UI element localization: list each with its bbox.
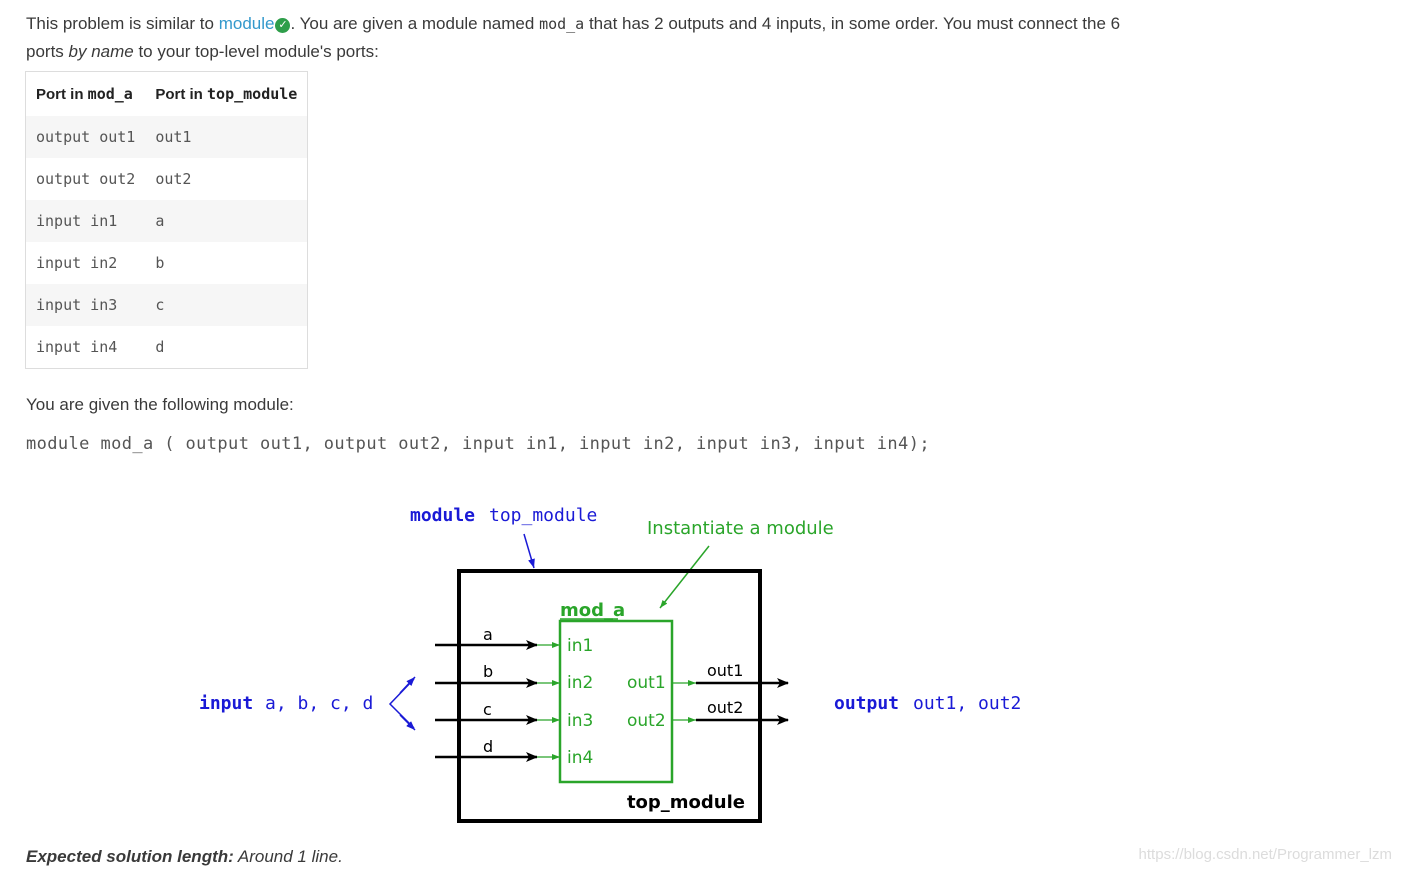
top-module-label: top_module [627, 792, 745, 813]
port-table: Port in mod_a Port in top_module output … [25, 71, 309, 369]
wire-label-out2: out2 [707, 698, 743, 717]
table-row: input in1 a [25, 200, 308, 242]
code-line: module mod_a ( output out1, output out2,… [26, 434, 930, 454]
diagram-top-name: top_module [489, 505, 597, 526]
table-row: output out1 out1 [25, 116, 308, 158]
module-diagram: module top_module Instantiate a module t… [199, 505, 1021, 823]
given-text: You are given the following module: [26, 395, 294, 414]
wire-label-a: a [483, 625, 493, 644]
intro-text-2: . You are given a module named [290, 14, 540, 33]
input-pointer-down [399, 714, 416, 731]
port-out2: out2 [627, 711, 666, 731]
table-row: output out2 out2 [26, 158, 308, 200]
instantiate-pointer-arrow [659, 545, 710, 609]
title-pointer-arrow [523, 533, 535, 569]
footer-value: Around 1 line. [233, 847, 343, 866]
table-cell: out1 [145, 116, 308, 158]
wire-label-out1: out1 [707, 661, 743, 680]
table-cell: output out1 [25, 116, 146, 158]
port-in3: in3 [567, 711, 593, 731]
table-cell: out2 [155, 170, 192, 188]
table-cell: input in1 [25, 200, 146, 242]
intro-text-1: This problem is similar to [26, 14, 219, 33]
intro-by-name: by name [68, 42, 134, 61]
port-in4: in4 [567, 748, 593, 768]
table-row: input in2 b [26, 242, 308, 284]
watermark: https://blog.csdn.net/Programmer_lzm [1138, 846, 1392, 863]
table-header-col2: Port in top_module [155, 85, 298, 103]
table-cell: input in4 [36, 338, 118, 356]
wire-label-d: d [483, 737, 493, 756]
input-pointer-up [399, 676, 416, 694]
mod-a-label: mod_a [560, 600, 625, 621]
output-names: out1, out2 [913, 693, 1021, 714]
wire-label-c: c [483, 700, 492, 719]
intro-paragraph: This problem is similar to module ✓. You … [26, 10, 1196, 66]
table-cell: input in2 [36, 254, 118, 272]
check-circle-icon: ✓ [275, 18, 291, 33]
table-cell: a [145, 200, 308, 242]
footer-label: Expected solution length: [26, 847, 234, 866]
input-keyword: input [199, 693, 253, 714]
intro-text-4: ports [26, 42, 69, 61]
table-header-col1: Port in mod_a [36, 85, 133, 103]
footer-expected-length: Expected solution length: Around 1 line. [26, 847, 343, 867]
table-cell: input in3 [25, 284, 146, 326]
table-cell: b [155, 254, 165, 272]
table-header-row: Port in mod_a Port in top_module [26, 72, 308, 117]
intro-code-mod: mod_a [539, 15, 585, 33]
port-in1: in1 [567, 636, 593, 656]
output-keyword: output [834, 693, 899, 714]
port-out1: out1 [627, 673, 666, 693]
table-row: input in3 c [25, 284, 308, 326]
port-in2: in2 [567, 673, 593, 693]
wire-label-b: b [483, 662, 493, 681]
table-cell: c [145, 284, 308, 326]
table-cell: d [155, 338, 165, 356]
table-row: input in4 d [26, 326, 308, 369]
instantiate-label: Instantiate a module [647, 518, 834, 539]
input-names: a, b, c, d [265, 693, 373, 714]
module-link[interactable]: module [219, 14, 275, 33]
intro-text-3: that has 2 outputs and 4 inputs, in some… [584, 14, 1121, 33]
input-bracket [388, 678, 415, 729]
input-wires [435, 640, 560, 762]
intro-text-5: to your top-level module's ports: [133, 42, 379, 61]
diagram-module-keyword: module [410, 505, 475, 526]
table-cell: output out2 [36, 170, 136, 188]
